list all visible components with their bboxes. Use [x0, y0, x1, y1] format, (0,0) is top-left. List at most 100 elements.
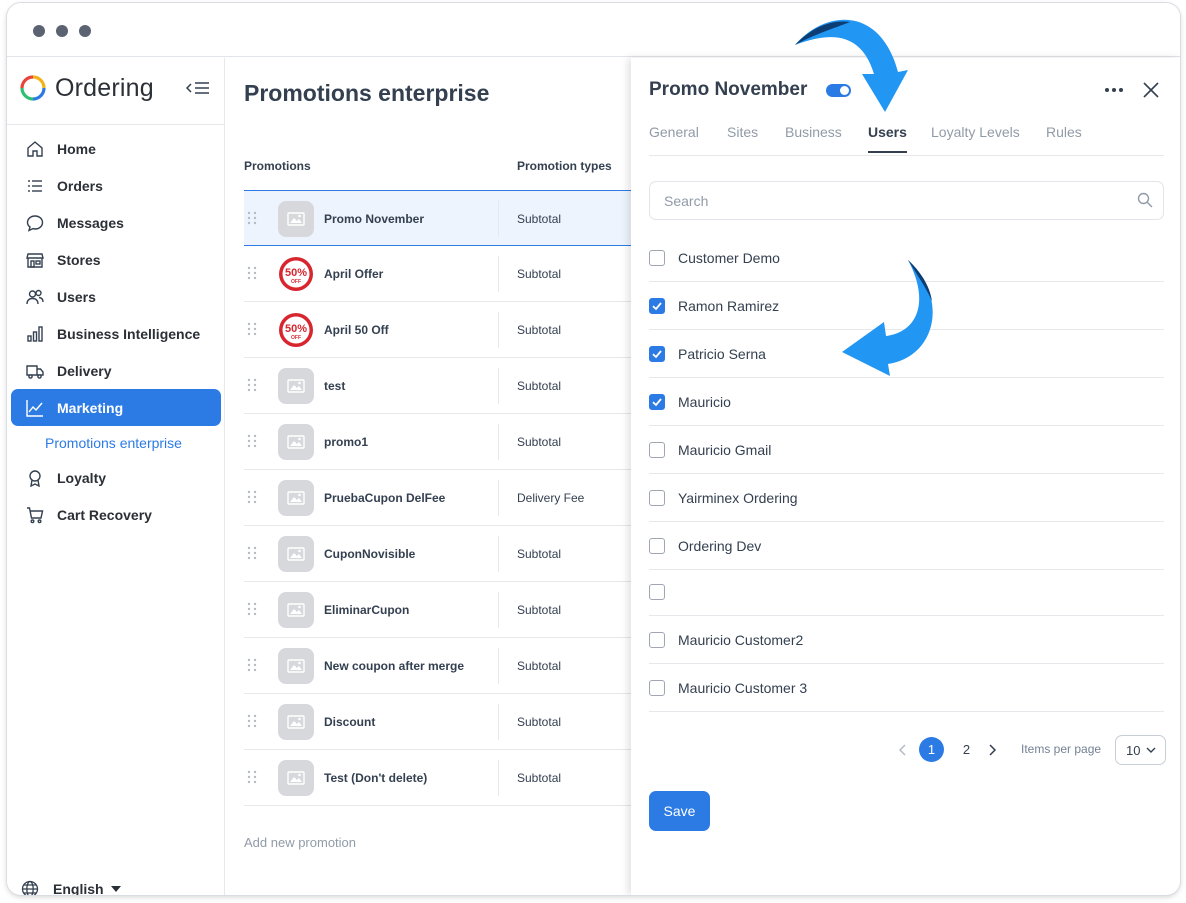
sidebar-item-orders[interactable]: Orders — [11, 167, 221, 204]
save-button[interactable]: Save — [649, 791, 710, 831]
tab-loyalty-levels[interactable]: Loyalty Levels — [931, 124, 1020, 151]
drag-handle-icon[interactable] — [247, 714, 257, 728]
table-row[interactable]: 50% OFF April 50 Off Subtotal — [244, 302, 631, 358]
table-row[interactable]: 50% OFF April Offer Subtotal — [244, 246, 631, 302]
app-root: Ordering Home Orders Messages Stores Use… — [7, 58, 1180, 895]
drag-handle-icon[interactable] — [247, 602, 257, 616]
sidebar-item-users[interactable]: Users — [11, 278, 221, 315]
drag-handle-icon[interactable] — [247, 266, 257, 280]
drag-handle-icon[interactable] — [247, 546, 257, 560]
drag-handle-icon[interactable] — [247, 658, 257, 672]
table-row[interactable]: test Subtotal — [244, 358, 631, 414]
image-placeholder-icon — [278, 368, 314, 404]
app-logo[interactable]: Ordering — [19, 72, 154, 104]
list-item[interactable]: Mauricio — [649, 378, 1164, 426]
tab-business[interactable]: Business — [785, 124, 842, 151]
drag-handle-icon[interactable] — [247, 770, 257, 784]
svg-text:50%: 50% — [285, 267, 307, 279]
table-row[interactable]: New coupon after merge Subtotal — [244, 638, 631, 694]
fifty-percent-off-badge-icon: 50%OFF — [279, 313, 313, 347]
collapse-sidebar-button[interactable] — [185, 78, 211, 98]
column-separator — [498, 480, 499, 516]
sidebar-item-cart-recovery[interactable]: Cart Recovery — [11, 496, 221, 533]
user-checkbox[interactable] — [649, 538, 665, 554]
add-new-promotion-link[interactable]: Add new promotion — [244, 835, 356, 850]
drag-handle-icon[interactable] — [247, 378, 257, 392]
search-input[interactable] — [650, 182, 1163, 219]
column-separator — [498, 760, 499, 796]
more-options-icon[interactable] — [1103, 80, 1125, 100]
chevron-left-icon[interactable] — [896, 743, 910, 757]
sidebar-item-marketing[interactable]: Marketing — [11, 389, 221, 426]
window-dot-close[interactable] — [33, 25, 45, 37]
list-item[interactable]: Mauricio Customer 3 — [649, 664, 1164, 712]
column-separator — [498, 312, 499, 348]
list-item[interactable]: Ordering Dev — [649, 522, 1164, 570]
list-item[interactable]: Customer Demo — [649, 234, 1164, 282]
search-icon[interactable] — [1137, 192, 1153, 208]
language-label: English — [53, 881, 104, 895]
table-row[interactable]: CuponNovisible Subtotal — [244, 526, 631, 582]
list-item[interactable]: Patricio Serna — [649, 330, 1164, 378]
user-checkbox[interactable] — [649, 250, 665, 266]
list-item[interactable]: Mauricio Gmail — [649, 426, 1164, 474]
tab-sites[interactable]: Sites — [727, 124, 758, 151]
user-checkbox[interactable] — [649, 584, 665, 600]
close-icon[interactable] — [1141, 80, 1161, 100]
image-placeholder-icon — [278, 480, 314, 516]
drag-handle-icon[interactable] — [247, 490, 257, 504]
promotion-enabled-toggle[interactable] — [826, 84, 851, 97]
table-row[interactable]: Test (Don't delete) Subtotal — [244, 750, 631, 806]
sidebar-item-stores[interactable]: Stores — [11, 241, 221, 278]
list-item[interactable]: Ramon Ramirez — [649, 282, 1164, 330]
user-checkbox[interactable] — [649, 394, 665, 410]
drag-handle-icon[interactable] — [247, 211, 257, 225]
user-checkbox[interactable] — [649, 632, 665, 648]
user-checkbox[interactable] — [649, 298, 665, 314]
page-button-2[interactable]: 2 — [954, 737, 979, 762]
list-item[interactable]: Mauricio Customer2 — [649, 616, 1164, 664]
panel-title: Promo November — [649, 79, 808, 100]
column-separator — [498, 704, 499, 740]
user-checkbox[interactable] — [649, 346, 665, 362]
drag-handle-icon[interactable] — [247, 434, 257, 448]
home-icon — [25, 139, 45, 159]
language-selector[interactable]: English — [21, 880, 122, 895]
sidebar-item-loyalty[interactable]: Loyalty — [11, 459, 221, 496]
table-row[interactable]: promo1 Subtotal — [244, 414, 631, 470]
drag-handle-icon[interactable] — [247, 322, 257, 336]
sidebar-item-business-intelligence[interactable]: Business Intelligence — [11, 315, 221, 352]
globe-icon — [21, 880, 39, 895]
table-row[interactable]: Discount Subtotal — [244, 694, 631, 750]
table-row[interactable]: EliminarCupon Subtotal — [244, 582, 631, 638]
user-name: Patricio Serna — [678, 346, 766, 362]
items-per-page-select[interactable]: 10 — [1115, 735, 1166, 765]
user-name: Yairminex Ordering — [678, 490, 798, 506]
table-row[interactable]: PruebaCupon DelFee Delivery Fee — [244, 470, 631, 526]
window-dot-minimize[interactable] — [56, 25, 68, 37]
tab-users[interactable]: Users — [868, 124, 907, 153]
user-list: Customer Demo Ramon Ramirez Patricio Ser… — [649, 234, 1164, 712]
user-name: Customer Demo — [678, 250, 780, 266]
promotion-name: New coupon after merge — [324, 659, 465, 673]
user-checkbox[interactable] — [649, 680, 665, 696]
sidebar-item-delivery[interactable]: Delivery — [11, 352, 221, 389]
table-row[interactable]: Promo November Subtotal — [244, 190, 631, 246]
sidebar-item-home[interactable]: Home — [11, 130, 221, 167]
items-per-page-label: Items per page — [1021, 742, 1102, 756]
user-checkbox[interactable] — [649, 442, 665, 458]
page-button-1[interactable]: 1 — [919, 737, 944, 762]
sidebar-subitem-promotions-enterprise[interactable]: Promotions enterprise — [7, 426, 225, 459]
user-checkbox[interactable] — [649, 490, 665, 506]
cart-icon — [25, 505, 45, 525]
sidebar-item-label: Users — [57, 288, 96, 305]
tab-rules[interactable]: Rules — [1046, 124, 1082, 151]
panel-tabs: General Sites Business Users Loyalty Lev… — [649, 124, 1164, 156]
chevron-right-icon[interactable] — [985, 743, 999, 757]
tab-general[interactable]: General — [649, 124, 699, 151]
window-dot-maximize[interactable] — [79, 25, 91, 37]
promotion-type: Subtotal — [517, 435, 562, 449]
list-item[interactable]: Yairminex Ordering — [649, 474, 1164, 522]
sidebar-item-messages[interactable]: Messages — [11, 204, 221, 241]
list-item[interactable] — [649, 570, 1164, 616]
